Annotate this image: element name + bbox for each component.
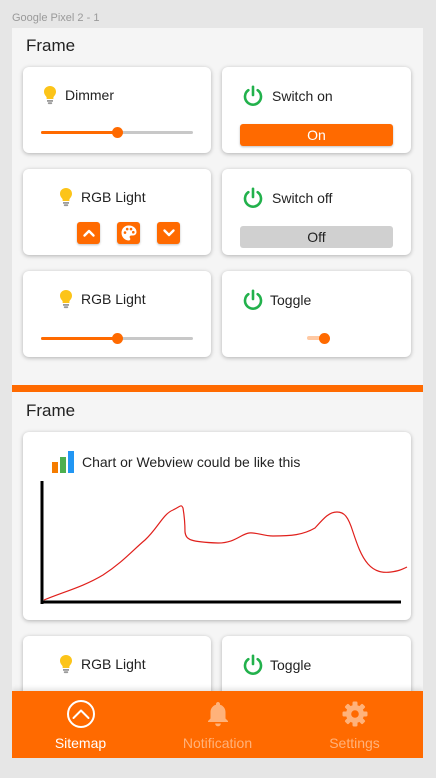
toggle-knob xyxy=(319,333,330,344)
brightness-down-button[interactable] xyxy=(157,222,180,244)
power-icon xyxy=(243,187,263,208)
rgb-light-label: RGB Light xyxy=(81,656,146,672)
nav-label-sitemap: Sitemap xyxy=(54,735,107,751)
gear-icon xyxy=(342,701,367,727)
frame-title: Frame xyxy=(26,401,76,420)
rgb-light-label: RGB Light xyxy=(81,189,146,205)
lightbulb-icon xyxy=(60,655,72,674)
chart-card: Chart or Webview could be like this xyxy=(23,432,411,620)
sitemap-icon xyxy=(66,700,95,728)
dimmer-slider-thumb[interactable] xyxy=(112,127,123,138)
chevron-down-icon xyxy=(162,229,175,237)
chevron-up-icon xyxy=(82,229,95,237)
rgb-light-label: RGB Light xyxy=(81,291,146,307)
toggle-card: Toggle xyxy=(222,271,411,357)
rgb-light-slider-card: RGB Light xyxy=(23,271,211,357)
dimmer-slider[interactable] xyxy=(41,127,193,138)
toggle-label: Toggle xyxy=(270,292,312,308)
webview-chart xyxy=(40,481,408,604)
power-icon xyxy=(243,289,263,310)
rgb-light-slider-thumb[interactable] xyxy=(112,333,123,344)
switch-off-label: Switch off xyxy=(272,190,333,206)
nav-item-sitemap[interactable]: Sitemap xyxy=(12,691,149,758)
lightbulb-icon xyxy=(60,188,72,207)
dimmer-slider-fill xyxy=(41,131,117,134)
nav-item-settings[interactable]: Settings xyxy=(286,691,423,758)
device-frame-label: Google Pixel 2 - 1 xyxy=(12,12,100,24)
rgb-light-card: RGB Light xyxy=(23,169,211,255)
section-divider xyxy=(12,385,423,392)
phone-screen: Frame Dimmer Switch on On RGB Light Swit… xyxy=(12,28,423,758)
power-icon xyxy=(243,654,263,675)
frame-title: Frame xyxy=(26,36,76,55)
toggle-switch[interactable] xyxy=(307,333,330,345)
color-palette-button[interactable] xyxy=(117,222,140,244)
nav-label-notification: Notification xyxy=(182,735,253,751)
brightness-up-button[interactable] xyxy=(77,222,100,244)
on-button[interactable]: On xyxy=(240,124,393,146)
switch-on-card: Switch on On xyxy=(222,67,411,153)
bottom-navigation: Sitemap Notification Settings xyxy=(12,691,423,758)
lightbulb-icon xyxy=(60,290,72,309)
palette-icon xyxy=(121,225,136,241)
nav-label-settings: Settings xyxy=(329,735,380,751)
bell-icon xyxy=(207,702,228,727)
lightbulb-icon xyxy=(44,86,56,105)
power-icon xyxy=(243,85,263,106)
toggle-label: Toggle xyxy=(270,657,312,673)
chart-line xyxy=(43,505,408,601)
off-button[interactable]: Off xyxy=(240,226,393,248)
nav-item-notification[interactable]: Notification xyxy=(149,691,286,758)
switch-off-card: Switch off Off xyxy=(222,169,411,255)
dimmer-label: Dimmer xyxy=(65,87,114,103)
rgb-light-slider-fill xyxy=(41,337,117,340)
rgb-light-slider[interactable] xyxy=(41,333,193,344)
dimmer-card: Dimmer xyxy=(23,67,211,153)
switch-on-label: Switch on xyxy=(272,88,333,104)
